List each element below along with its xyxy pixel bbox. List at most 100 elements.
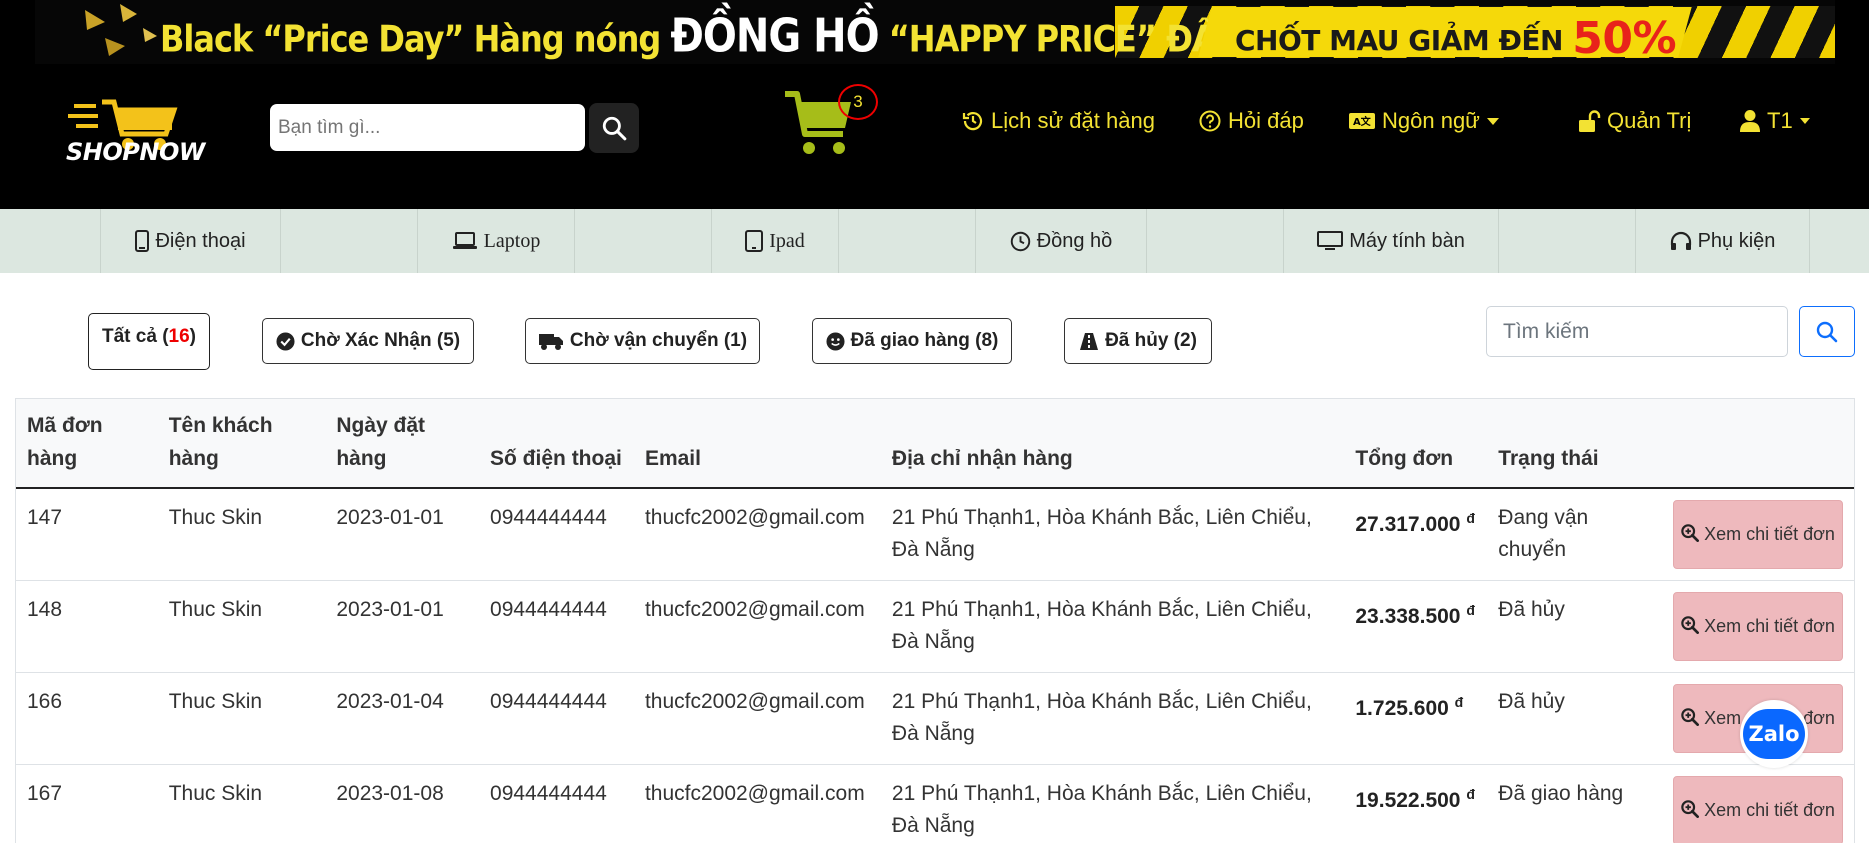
address: 21 Phú Thạnh1, Hòa Khánh Bắc, Liên Chiểu… [880,764,1345,843]
filter-cancelled-label: Đã hủy (2) [1105,330,1197,351]
col-header-customer[interactable]: Tên khách hàng [157,399,326,489]
headline-white: ĐỒNG HỒ [670,10,879,63]
category-ipad[interactable]: Ipad [711,209,839,273]
phone-icon [135,230,150,252]
category-laptop[interactable]: Laptop [417,209,575,273]
col-header-actions [1662,399,1854,489]
currency: đ [1454,693,1464,710]
truck-icon [538,333,563,350]
address: 21 Phú Thạnh1, Hòa Khánh Bắc, Liên Chiểu… [880,488,1345,581]
tablet-icon [745,230,764,252]
category-accessories[interactable]: Phụ kiện [1635,209,1810,273]
order-date: 2023-01-08 [325,764,480,843]
order-status: Đang vận chuyển [1487,488,1662,581]
col-header-phone[interactable]: Số điện thoại [479,399,634,489]
actions-cell: Xem chi tiết đơn [1662,764,1854,843]
address: 21 Phú Thạnh1, Hòa Khánh Bắc, Liên Chiểu… [880,672,1345,765]
table-search-button[interactable] [1799,306,1855,357]
translate-icon: A文 [1349,113,1375,129]
filter-all-count: 16 [168,326,190,347]
category-desktop[interactable]: Máy tính bàn [1283,209,1499,273]
currency: đ [1466,510,1475,526]
zalo-chat-button[interactable]: Zalo [1740,700,1808,768]
search-button[interactable] [589,103,639,153]
nav-language[interactable]: A文 Ngôn ngữ [1348,108,1500,134]
col-header-address[interactable]: Địa chỉ nhận hàng [880,399,1345,489]
headphones-icon [1670,231,1691,250]
phone: 0944444444 [479,488,634,581]
customer-name: Thuc Skin [157,488,326,581]
category-watch[interactable]: Đồng hồ [975,209,1147,273]
table-search-input[interactable]: Tìm kiếm [1486,306,1788,357]
headline-left: Black “Price Day” Hàng nóng [160,16,661,61]
site-header: Black “Price Day” Hàng nóng ĐỒNG HỒ “HAP… [0,0,1869,209]
order-id: 148 [16,580,158,673]
order-total: 1.725.600 đ [1344,672,1488,765]
filter-delivered-button[interactable]: Đã giao hàng (8) [812,318,1012,364]
table-row: 167 Thuc Skin 2023-01-08 0944444444 thuc… [16,764,1854,843]
col-header-total[interactable]: Tổng đơn [1344,399,1488,489]
email: thucfc2002@gmail.com [633,580,881,673]
unlock-icon [1579,110,1601,132]
search-input[interactable] [270,104,585,151]
user-icon [1740,110,1760,132]
caret-down-icon [1799,118,1810,124]
actions-cell: Xem chi tiết đơn [1662,488,1854,581]
customer-name: Thuc Skin [157,580,326,673]
banner-headline: Black “Price Day” Hàng nóng ĐỒNG HỒ “HAP… [160,10,1236,63]
nav-faq-label: Hỏi đáp [1228,108,1304,133]
view-order-detail-button[interactable]: Xem chi tiết đơn [1673,500,1843,569]
nav-language-label: Ngôn ngữ [1382,108,1480,133]
actions-cell: Xem chi tiết đơn [1662,580,1854,673]
nav-order-history-label: Lịch sử đặt hàng [991,108,1155,133]
logo-text[interactable]: SHOPNOW [66,138,205,166]
clock-icon [1010,231,1030,251]
table-row: 166 Thuc Skin 2023-01-04 0944444444 thuc… [16,672,1854,765]
filter-shipping-button[interactable]: Chờ vận chuyển (1) [525,318,760,364]
promo-percent: 50% [1572,13,1677,64]
nav-faq[interactable]: Hỏi đáp [1198,108,1304,134]
order-date: 2023-01-01 [325,488,480,581]
col-header-status[interactable]: Trạng thái [1487,399,1662,489]
view-order-detail-button[interactable]: Xem chi tiết đơn [1673,775,1843,843]
view-order-detail-button[interactable]: Xem chi tiết đơn [1673,591,1843,661]
order-status: Đã hủy [1487,580,1662,673]
order-status: Đã hủy [1487,672,1662,765]
history-icon [962,112,983,131]
email: thucfc2002@gmail.com [633,488,881,581]
order-id: 147 [16,488,158,581]
nav-admin-label: Quản Trị [1607,108,1692,133]
filter-all-button[interactable]: Tất cả (16) [88,313,210,370]
filter-all-label: Tất cả (16) [102,326,196,347]
order-id: 167 [16,764,158,843]
nav-user-label: T1 [1767,108,1793,133]
col-header-email[interactable]: Email [633,399,881,489]
filter-pending-button[interactable]: Chờ Xác Nhận (5) [262,318,474,364]
zoom-in-icon [1681,615,1700,634]
category-phone[interactable]: Điện thoại [100,209,281,273]
email: thucfc2002@gmail.com [633,764,881,843]
customer-name: Thuc Skin [157,672,326,765]
nav-user-menu[interactable]: T1 [1739,108,1811,134]
gold-leaves-icon [85,4,157,56]
orders-table: Mã đơn hàng Tên khách hàng Ngày đặt hàng… [15,398,1855,843]
promo-text: CHỐT MAU GIẢM ĐẾN 50% [1235,10,1677,64]
headline-right: “HAPPY PRICE” ĐÂY [888,16,1236,61]
phone: 0944444444 [479,672,634,765]
zalo-label: Zalo [1743,709,1805,759]
nav-admin[interactable]: Quản Trị [1577,108,1691,134]
order-total: 27.317.000 đ [1344,488,1488,581]
svg-text:A文: A文 [1353,115,1372,128]
table-row: 147 Thuc Skin 2023-01-01 0944444444 thuc… [16,488,1854,581]
col-header-date[interactable]: Ngày đặt hàng [325,399,480,489]
col-header-id[interactable]: Mã đơn hàng [16,399,158,489]
filter-pending-label: Chờ Xác Nhận (5) [300,330,461,351]
nav-order-history[interactable]: Lịch sử đặt hàng [961,108,1155,134]
order-total: 19.522.500 đ [1344,764,1488,843]
check-circle-icon [276,331,295,351]
caret-down-icon [1486,118,1499,125]
promo-banner[interactable]: Black “Price Day” Hàng nóng ĐỒNG HỒ “HAP… [35,0,1835,64]
order-total: 23.338.500 đ [1344,580,1488,673]
filter-cancelled-button[interactable]: Đã hủy (2) [1064,318,1212,364]
category-accessories-label: Phụ kiện [1697,229,1776,252]
